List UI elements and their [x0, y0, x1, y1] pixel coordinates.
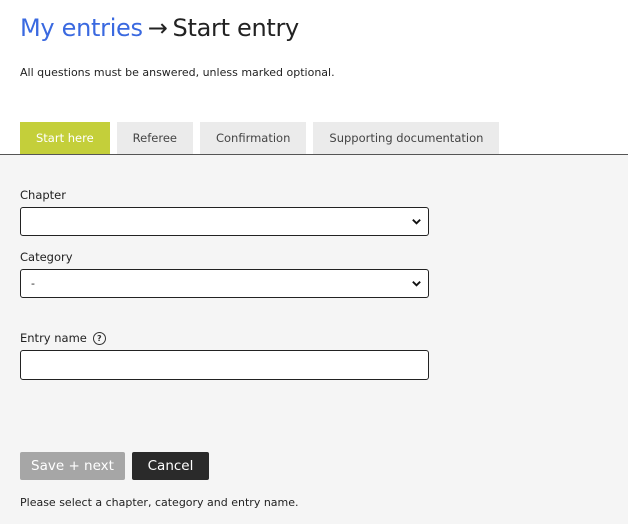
form-hint: Please select a chapter, category and en… — [20, 496, 299, 509]
breadcrumb-current: Start entry — [172, 14, 300, 42]
page-title: My entries → Start entry — [20, 14, 299, 42]
chapter-select[interactable] — [20, 207, 429, 236]
breadcrumb-arrow: → — [147, 14, 168, 42]
tab-bar: Start here Referee Confirmation Supporti… — [20, 122, 500, 154]
entry-name-label-text: Entry name — [20, 331, 87, 345]
breadcrumb-my-entries-link[interactable]: My entries — [20, 14, 143, 42]
category-select-value: - — [31, 277, 35, 290]
chevron-down-icon — [412, 281, 421, 287]
tab-supporting-documentation[interactable]: Supporting documentation — [313, 122, 500, 154]
required-notice: All questions must be answered, unless m… — [20, 66, 335, 79]
entry-form: Chapter Category - Entry name ? Save + n… — [0, 155, 628, 524]
entry-name-input[interactable] — [20, 350, 429, 380]
tab-confirmation[interactable]: Confirmation — [199, 122, 307, 154]
cancel-button[interactable]: Cancel — [132, 452, 209, 480]
category-label-text: Category — [20, 250, 73, 264]
category-label: Category — [20, 250, 73, 264]
chevron-down-icon — [412, 219, 421, 225]
chapter-label-text: Chapter — [20, 188, 66, 202]
tab-referee[interactable]: Referee — [116, 122, 193, 154]
entry-name-label: Entry name ? — [20, 331, 106, 345]
category-select[interactable]: - — [20, 269, 429, 298]
save-next-button[interactable]: Save + next — [20, 452, 125, 480]
tab-start-here[interactable]: Start here — [20, 122, 110, 154]
chapter-label: Chapter — [20, 188, 66, 202]
question-circle-icon[interactable]: ? — [92, 331, 106, 345]
page-header: My entries → Start entry All questions mus… — [0, 0, 628, 155]
